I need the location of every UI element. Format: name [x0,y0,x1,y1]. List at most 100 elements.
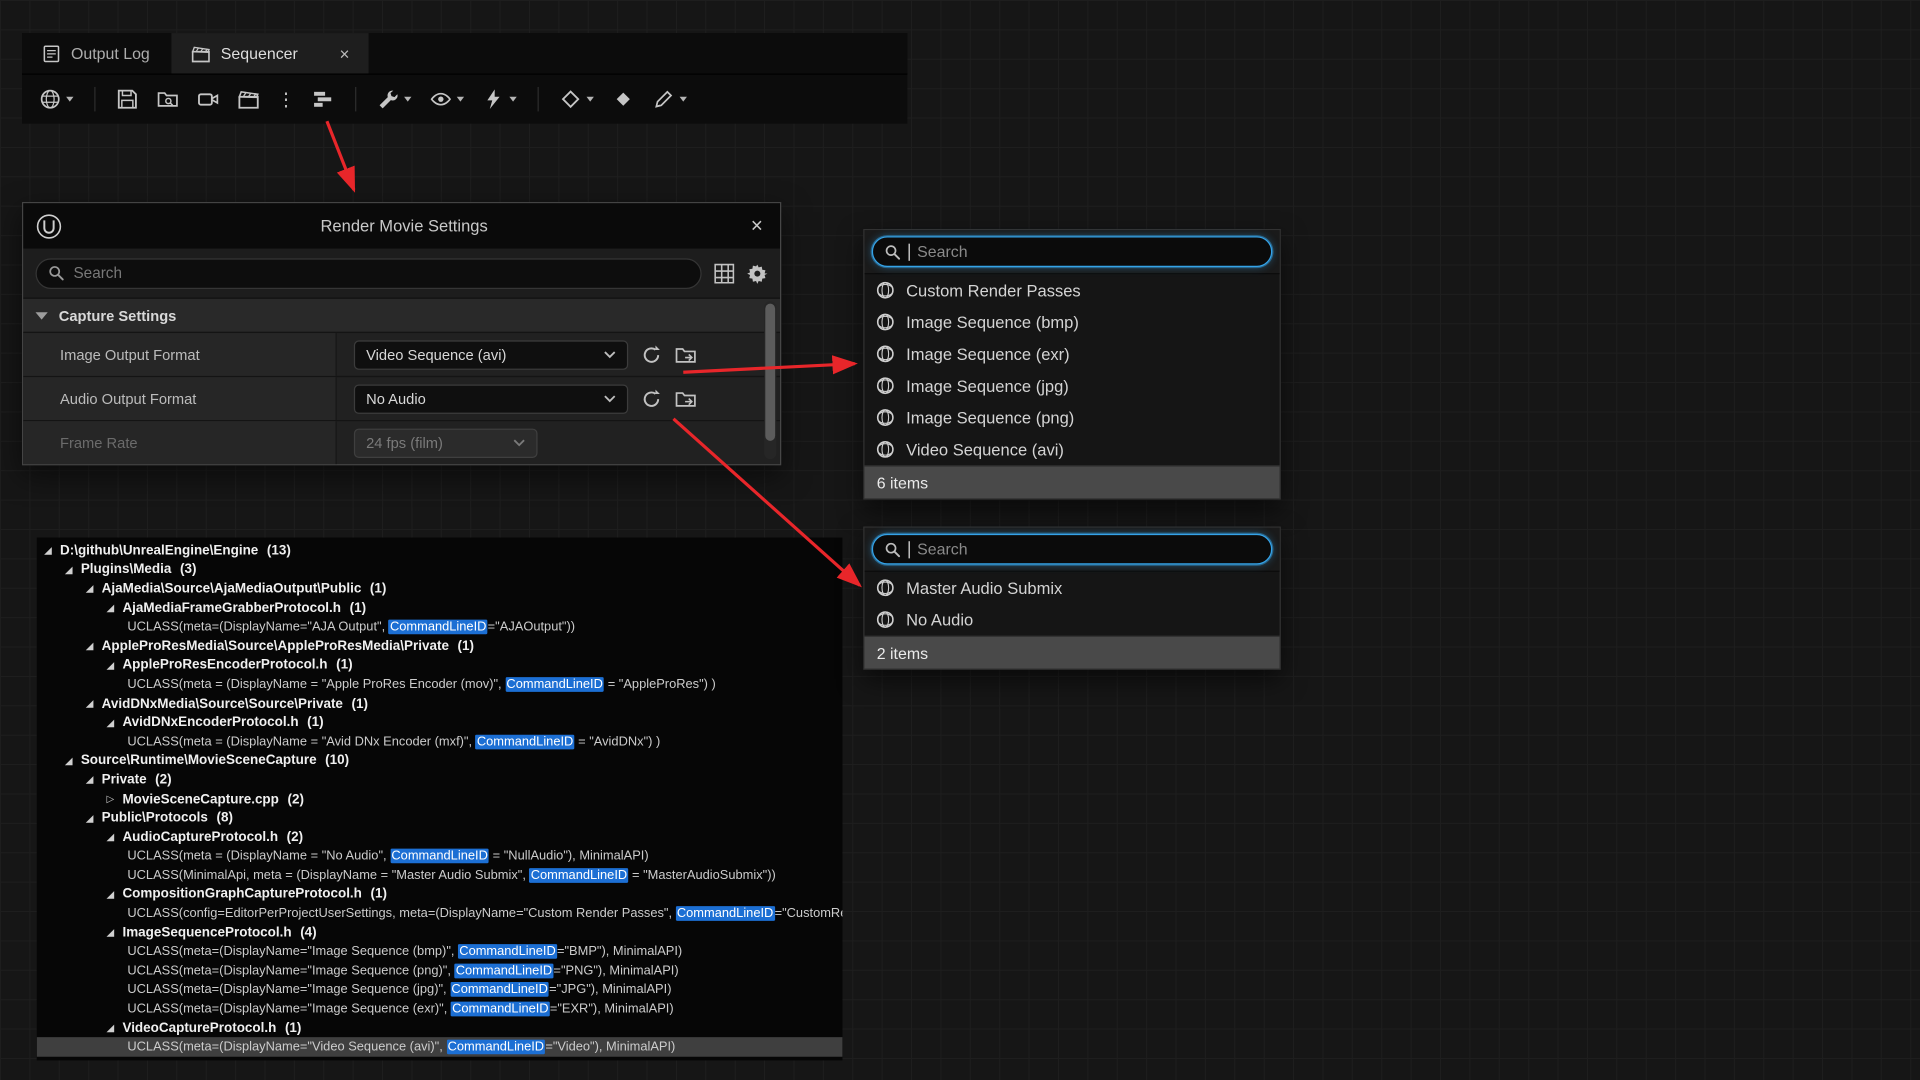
search-icon [884,243,901,260]
clapperboard-icon [238,88,260,110]
tree-row[interactable]: ◢ AjaMediaFrameGrabberProtocol.h (1) [37,599,843,618]
chevron-down-icon [604,394,616,403]
tree-row[interactable]: ◢ CompositionGraphCaptureProtocol.h (1) [37,885,843,904]
close-tab-icon[interactable]: × [339,45,349,62]
tree-row[interactable]: ◢ AjaMedia\Source\AjaMediaOutput\Public … [37,579,843,598]
edit-options-button[interactable] [648,84,692,113]
tree-expander-icon[interactable]: ◢ [86,641,102,652]
tree-row[interactable]: UCLASS(config=EditorPerProjectUserSettin… [37,904,843,923]
tree-expander-icon[interactable]: ◢ [65,564,81,575]
tree-row[interactable]: ◢ AppleProResMedia\Source\AppleProResMed… [37,637,843,656]
tree-expander-icon[interactable]: ◢ [107,603,123,614]
browse-to-asset-icon[interactable] [673,343,696,366]
close-dialog-icon[interactable]: × [746,214,768,238]
tree-node-label: CompositionGraphCaptureProtocol.h [122,887,361,902]
popup-item-count: 2 items [864,636,1279,669]
create-camera-button[interactable] [192,84,224,113]
find-in-content-browser-button[interactable] [152,84,184,113]
tree-row[interactable]: ◢ ImageSequenceProtocol.h (4) [37,923,843,942]
tree-row[interactable]: UCLASS(meta=(DisplayName="Image Sequence… [37,980,843,999]
tree-node-label: D:\github\UnrealEngine\Engine [60,543,258,558]
scrollbar-thumb[interactable] [765,304,775,441]
tree-expander-icon[interactable]: ◢ [107,832,123,843]
playback-options-button[interactable] [478,84,522,113]
tree-expander-icon[interactable]: ◢ [65,755,81,766]
tree-row[interactable]: ◢ Plugins\Media (3) [37,560,843,579]
tree-expander-icon[interactable]: ◢ [86,813,102,824]
tree-node-count: (2) [155,773,171,788]
render-movie-button[interactable] [233,84,265,113]
tree-row[interactable]: UCLASS(meta = (DisplayName = "No Audio",… [37,847,843,866]
tree-row[interactable]: UCLASS(meta=(DisplayName="Image Sequence… [37,999,843,1018]
kebab-menu-icon[interactable]: ⋮ [273,88,299,110]
actions-button[interactable] [372,84,416,113]
capture-settings-section-header[interactable]: Capture Settings [23,298,780,332]
dialog-scrollbar[interactable] [764,301,776,459]
tree-expander-icon[interactable]: ◢ [86,774,102,785]
tree-row[interactable]: ◢ D:\github\UnrealEngine\Engine (13) [37,541,843,560]
code-text: UCLASS(meta = (DisplayName = "No Audio", [127,849,390,864]
tree-row[interactable]: UCLASS(meta=(DisplayName="Image Sequence… [37,961,843,980]
annotation-arrow [327,121,354,190]
code-text: UCLASS(meta=(DisplayName="Image Sequence… [127,944,458,959]
tree-row[interactable]: ◢ VideoCaptureProtocol.h (1) [37,1019,843,1038]
tree-expander-icon[interactable]: ◢ [86,583,102,594]
details-grid-icon[interactable] [714,263,735,284]
dropdown-option[interactable]: Video Sequence (avi) [864,433,1279,465]
dropdown-option[interactable]: No Audio [864,604,1279,636]
popup-search-box[interactable]: Search [872,236,1272,267]
keyframe-options-button[interactable] [555,84,599,113]
sequencer-tracks-button[interactable] [307,84,339,113]
section-title: Capture Settings [59,307,177,324]
use-selected-asset-icon[interactable] [639,343,662,366]
tab-output-log[interactable]: Output Log [22,33,169,73]
tab-sequencer[interactable]: Sequencer × [172,33,369,73]
tree-row[interactable]: UCLASS(meta = (DisplayName = "Apple ProR… [37,675,843,694]
tree-node-label: Private [102,773,147,788]
sequencer-toolbar: ⋮ [22,75,907,123]
use-selected-asset-icon[interactable] [639,387,662,410]
tree-row[interactable]: ◢ Public\Protocols (8) [37,809,843,828]
dropdown-option[interactable]: Image Sequence (png) [864,402,1279,434]
dropdown-option[interactable]: Image Sequence (exr) [864,338,1279,370]
code-text: ="BMP"), MinimalAPI) [557,944,682,959]
tree-row[interactable]: UCLASS(meta=(DisplayName="AJA Output", C… [37,618,843,637]
tree-row[interactable]: UCLASS(MinimalApi, meta = (DisplayName =… [37,866,843,885]
browse-to-asset-icon[interactable] [673,387,696,410]
tree-expander-icon[interactable]: ◢ [107,1023,123,1034]
dropdown-option[interactable]: Image Sequence (jpg) [864,370,1279,402]
tree-expander-icon[interactable]: ◢ [44,545,60,556]
tree-expander-icon[interactable]: ◢ [107,717,123,728]
tree-row[interactable]: ◢ Private (2) [37,770,843,789]
world-context-button[interactable] [34,84,78,113]
popup-search-box[interactable]: Search [872,534,1272,565]
save-button[interactable] [111,84,143,113]
tree-row[interactable]: UCLASS(meta=(DisplayName="Video Sequence… [37,1038,843,1057]
code-text: ="JPG"), MinimalAPI) [549,983,671,998]
dropdown-option[interactable]: Master Audio Submix [864,572,1279,604]
image-output-format-dropdown[interactable]: Video Sequence (avi) [354,340,628,369]
tree-expander-icon[interactable]: ◢ [86,698,102,709]
tree-expander-icon[interactable]: ▷ [107,793,123,804]
tree-row[interactable]: ◢ AvidDNxEncoderProtocol.h (1) [37,713,843,732]
tree-row[interactable]: ◢ AudioCaptureProtocol.h (2) [37,828,843,847]
tree-row[interactable]: UCLASS(meta=(DisplayName="Image Sequence… [37,942,843,961]
tree-row[interactable]: ◢ AppleProResEncoderProtocol.h (1) [37,656,843,675]
settings-search-input[interactable] [73,264,689,281]
auto-key-button[interactable] [607,84,639,113]
dropdown-option[interactable]: Image Sequence (bmp) [864,306,1279,338]
settings-search-box[interactable] [36,258,702,289]
dropdown-value: 24 fps (film) [366,434,443,451]
tree-row[interactable]: ◢ AvidDNxMedia\Source\Source\Private (1) [37,694,843,713]
dropdown-option[interactable]: Custom Render Passes [864,274,1279,306]
gear-icon[interactable] [747,263,768,284]
tree-row[interactable]: ▷ MovieSceneCapture.cpp (2) [37,789,843,808]
tree-expander-icon[interactable]: ◢ [107,927,123,938]
tree-row[interactable]: ◢ Source\Runtime\MovieSceneCapture (10) [37,751,843,770]
tree-row[interactable]: UCLASS(meta = (DisplayName = "Avid DNx E… [37,732,843,751]
audio-output-format-dropdown[interactable]: No Audio [354,384,628,413]
view-options-button[interactable] [425,84,469,113]
tree-expander-icon[interactable]: ◢ [107,889,123,900]
tree-expander-icon[interactable]: ◢ [107,660,123,671]
class-sphere-icon [876,312,896,332]
